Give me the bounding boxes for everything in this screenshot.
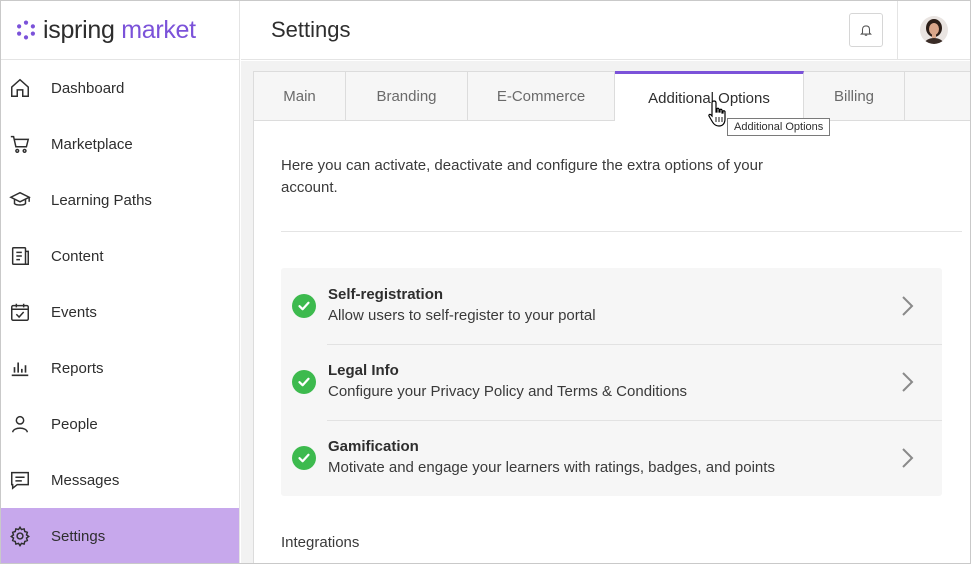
divider [281, 231, 962, 232]
home-icon [9, 77, 31, 99]
check-circle-icon [292, 446, 316, 470]
avatar[interactable] [920, 16, 948, 44]
option-description: Allow users to self-register to your por… [328, 307, 596, 324]
option-description: Motivate and engage your learners with r… [328, 459, 775, 476]
person-icon [9, 413, 31, 435]
option-title: Self-registration [328, 286, 444, 303]
settings-panel: Main Branding E-Commerce Additional Opti… [253, 71, 970, 563]
bell-icon [860, 25, 872, 36]
option-title: Legal Info [328, 362, 399, 379]
section-title-integrations: Integrations [281, 534, 360, 551]
option-self-registration[interactable]: Self-registration Allow users to self-re… [281, 268, 942, 344]
sidebar-item-label: Dashboard [51, 79, 125, 97]
option-title: Gamification [328, 438, 419, 455]
sidebar-item-label: Messages [51, 471, 120, 489]
notifications-button[interactable] [849, 13, 883, 47]
settings-tabs: Main Branding E-Commerce Additional Opti… [254, 71, 970, 122]
chevron-right-icon [902, 372, 914, 392]
sidebar-item-learning-paths[interactable]: Learning Paths [1, 172, 239, 228]
option-text: Gamification Motivate and engage your le… [328, 437, 896, 479]
app-window: ispring market Dashboard Marketplace Lea… [0, 0, 971, 564]
sidebar-item-dashboard[interactable]: Dashboard [1, 60, 239, 116]
tab-branding[interactable]: Branding [346, 72, 468, 121]
logo-text: ispring market [43, 15, 196, 44]
option-gamification[interactable]: Gamification Motivate and engage your le… [281, 420, 942, 496]
sidebar-nav: Dashboard Marketplace Learning Paths Con… [1, 60, 239, 563]
calendar-check-icon [9, 301, 31, 323]
main-content: Main Branding E-Commerce Additional Opti… [241, 61, 970, 563]
sidebar-item-label: Settings [51, 527, 106, 545]
graduation-cap-icon [9, 189, 31, 211]
check-circle-icon [292, 294, 316, 318]
header-separator [897, 1, 898, 60]
intro-text: Here you can activate, deactivate and co… [281, 157, 763, 196]
sidebar-item-messages[interactable]: Messages [1, 452, 239, 508]
sidebar-item-label: Learning Paths [51, 191, 152, 209]
bar-chart-icon [9, 357, 31, 379]
sidebar-item-label: Marketplace [51, 135, 133, 153]
check-circle-icon [292, 370, 316, 394]
sidebar-item-label: Reports [51, 359, 104, 377]
document-icon [9, 245, 31, 267]
option-description: Configure your Privacy Policy and Terms … [328, 383, 688, 400]
chevron-right-icon [902, 448, 914, 468]
option-text: Self-registration Allow users to self-re… [328, 285, 896, 327]
options-list: Self-registration Allow users to self-re… [281, 268, 942, 496]
sidebar-item-settings[interactable]: Settings [1, 508, 239, 563]
page-title: Settings [271, 17, 351, 42]
option-text: Legal Info Configure your Privacy Policy… [328, 361, 896, 403]
ispring-logo-icon [17, 20, 35, 40]
sidebar-item-label: Events [51, 303, 97, 321]
sidebar-item-label: Content [51, 247, 104, 265]
sidebar-item-reports[interactable]: Reports [1, 340, 239, 396]
sidebar: ispring market Dashboard Marketplace Lea… [1, 1, 240, 563]
tab-e-commerce[interactable]: E-Commerce [468, 72, 615, 121]
tab-billing[interactable]: Billing [804, 72, 905, 121]
tooltip: Additional Options [727, 118, 831, 136]
logo[interactable]: ispring market [1, 1, 239, 60]
gear-icon [9, 525, 31, 547]
chevron-right-icon [902, 296, 914, 316]
sidebar-item-label: People [51, 415, 98, 433]
sidebar-item-content[interactable]: Content [1, 228, 239, 284]
sidebar-item-events[interactable]: Events [1, 284, 239, 340]
tab-main[interactable]: Main [254, 72, 346, 121]
sidebar-item-marketplace[interactable]: Marketplace [1, 116, 239, 172]
message-icon [9, 469, 31, 491]
cart-icon [9, 133, 31, 155]
sidebar-item-people[interactable]: People [1, 396, 239, 452]
top-header: Settings [241, 1, 970, 60]
option-legal-info[interactable]: Legal Info Configure your Privacy Policy… [281, 344, 942, 420]
